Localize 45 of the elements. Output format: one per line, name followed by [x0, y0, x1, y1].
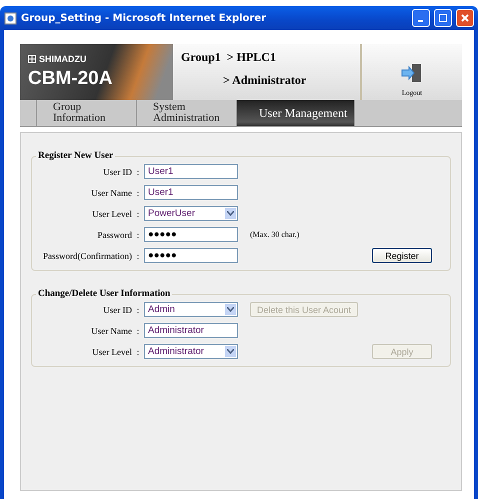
- breadcrumb-path: Group1 > HPLC1: [181, 50, 277, 65]
- select-field[interactable]: PowerUser: [144, 206, 238, 221]
- field-label: Password: [96, 230, 132, 240]
- field-label: Password(Confirmation): [42, 250, 132, 260]
- brand-logo: SHIMADZU: [28, 54, 173, 64]
- text-field[interactable]: User1: [144, 164, 238, 179]
- password-field[interactable]: ●●●●●: [144, 248, 238, 263]
- model-name: CBM-20A: [28, 68, 114, 90]
- colon-separator: :: [136, 208, 140, 218]
- field-label: User Name: [90, 326, 132, 336]
- dropdown-caret-icon: [225, 208, 236, 219]
- window-title: Group_Setting - Microsoft Internet Explorer: [21, 12, 268, 24]
- select-field[interactable]: Admin: [144, 302, 238, 317]
- colon-separator: :: [136, 304, 140, 314]
- minimize-button[interactable]: [412, 9, 430, 27]
- breadcrumb-user: > Administrator: [222, 73, 308, 88]
- text-field[interactable]: Administrator: [144, 323, 238, 338]
- dropdown-caret-icon: [225, 346, 236, 357]
- logout-door-icon[interactable]: [401, 63, 423, 83]
- dropdown-caret-icon: [225, 304, 236, 315]
- colon-separator: :: [136, 250, 140, 260]
- select-field[interactable]: Administrator: [144, 344, 238, 359]
- max-length-note: (Max. 30 char.): [250, 230, 300, 239]
- nav-tab[interactable]: User Management: [237, 100, 355, 126]
- text-field[interactable]: User1: [144, 185, 238, 200]
- colon-separator: :: [136, 230, 140, 240]
- field-label: User ID: [102, 304, 132, 314]
- colon-separator: :: [136, 166, 140, 176]
- close-icon: [461, 14, 469, 22]
- colon-separator: :: [136, 188, 140, 198]
- nav-tab[interactable]: Group Information: [37, 100, 137, 126]
- password-field[interactable]: ●●●●●: [144, 227, 238, 242]
- field-label: User Level: [91, 208, 132, 218]
- group-title: Change/Delete User Information: [37, 289, 172, 299]
- field-label: User Level: [91, 346, 132, 356]
- field-label: User ID: [102, 166, 132, 176]
- field-label: User Name: [90, 188, 132, 198]
- browser-page-icon: [4, 12, 17, 24]
- maximize-icon: [439, 14, 447, 22]
- group-title: Register New User: [37, 151, 114, 161]
- close-button[interactable]: [456, 9, 474, 27]
- maximize-button[interactable]: [434, 9, 452, 27]
- colon-separator: :: [136, 346, 140, 356]
- action-button[interactable]: Register: [372, 248, 432, 263]
- colon-separator: :: [136, 326, 140, 336]
